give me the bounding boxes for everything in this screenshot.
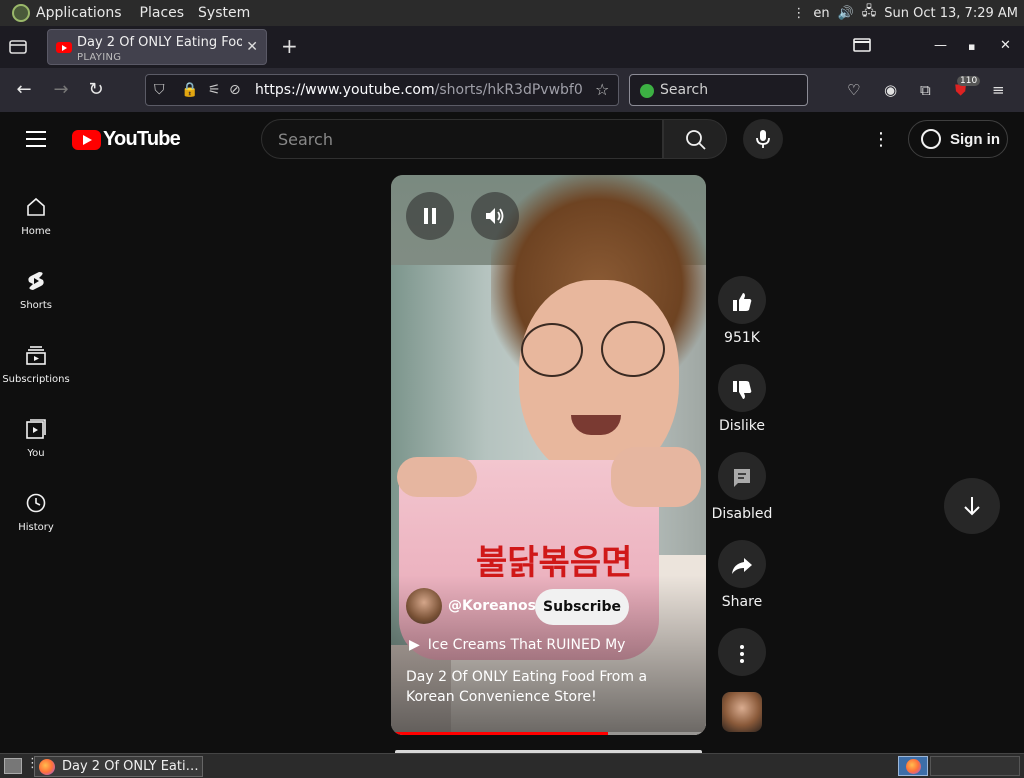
- sidebar-item-home[interactable]: Home: [0, 176, 72, 250]
- share-icon: [732, 558, 752, 574]
- pause-icon: [424, 208, 436, 224]
- tracking-protection-icon[interactable]: ⛉: [154, 82, 165, 98]
- subscribe-button[interactable]: Subscribe: [535, 589, 629, 625]
- play-icon: ▶: [409, 637, 420, 653]
- dislike-label: Dislike: [719, 418, 765, 434]
- workspace-switcher[interactable]: [930, 756, 1020, 776]
- sound-source-thumbnail[interactable]: [722, 692, 762, 732]
- volume-icon[interactable]: 🔊: [838, 6, 854, 21]
- channel-name[interactable]: @Koreanosh: [448, 598, 546, 614]
- url-bar[interactable]: ⛉ 🔒 ⚟ ⊘ https://www.youtube.com/shorts/h…: [145, 74, 619, 106]
- voice-search-button[interactable]: [743, 119, 783, 159]
- system-top-panel: Applications Places System ⋮ en 🔊 🖧 Sun …: [0, 0, 1024, 26]
- tab-playing-label[interactable]: PLAYING: [77, 52, 121, 63]
- youtube-logo[interactable]: YouTube: [72, 128, 181, 151]
- taskbar-window-firefox[interactable]: Day 2 Of ONLY Eati…: [34, 756, 203, 777]
- back-icon[interactable]: ←: [13, 79, 35, 101]
- video-progress-bar[interactable]: [391, 732, 706, 735]
- volume-icon: [486, 208, 504, 224]
- thumbs-down-icon: [733, 381, 752, 399]
- browser-tab-active[interactable]: Day 2 Of ONLY Eating Food PLAYING ✕: [47, 29, 267, 65]
- panel-handle-icon: ⋮: [792, 5, 806, 21]
- pause-button[interactable]: [406, 192, 454, 240]
- places-menu[interactable]: Places: [140, 5, 195, 21]
- shorts-icon: [28, 272, 44, 290]
- extension-badge: 110: [957, 76, 981, 86]
- keyboard-layout-indicator[interactable]: en: [813, 6, 829, 21]
- history-icon: [26, 493, 46, 513]
- sidebar-item-shorts[interactable]: Shorts: [0, 250, 72, 324]
- search-icon: [686, 130, 706, 150]
- subscriptions-icon: [26, 346, 46, 365]
- microphone-icon: [756, 130, 770, 148]
- youtube-play-icon: [72, 129, 101, 150]
- maximize-icon[interactable]: ▪: [968, 40, 975, 53]
- sidebar-item-you[interactable]: You: [0, 398, 72, 472]
- shorts-video-player[interactable]: 불닭볶음면 @Koreanosh Subscribe ▶ Ice Creams T…: [391, 175, 706, 735]
- youtube-search-input[interactable]: Search: [261, 119, 663, 159]
- list-all-tabs-icon[interactable]: [8, 36, 30, 58]
- like-count: 951K: [724, 330, 760, 346]
- channel-avatar[interactable]: [406, 588, 442, 624]
- system-taskbar: ⋮ Day 2 Of ONLY Eati…: [0, 753, 1024, 778]
- more-vertical-icon: [740, 645, 744, 663]
- sign-in-button[interactable]: Sign in: [908, 120, 1008, 158]
- clock[interactable]: Sun Oct 13, 7:29 AM: [884, 6, 1018, 21]
- youtube-search-button[interactable]: [663, 119, 727, 159]
- close-tab-icon[interactable]: ✕: [246, 39, 258, 55]
- workspace-switcher-active[interactable]: [898, 756, 928, 776]
- comments-icon: [734, 469, 750, 487]
- next-short-button[interactable]: [944, 478, 1000, 534]
- forward-icon[interactable]: →: [50, 79, 72, 101]
- video-progress-fill: [391, 732, 609, 735]
- browser-nav-bar: ← → ↻ ⛉ 🔒 ⚟ ⊘ https://www.youtube.com/sh…: [0, 68, 1024, 112]
- video-title[interactable]: Day 2 Of ONLY Eating Food From a Korean …: [406, 667, 696, 707]
- related-video-link[interactable]: ▶ Ice Creams That RUINED My: [409, 637, 625, 653]
- firefox-icon: [906, 759, 921, 774]
- sidebar-item-history[interactable]: History: [0, 472, 72, 546]
- arrow-down-icon: [964, 497, 980, 516]
- app-menu-icon[interactable]: ≡: [992, 81, 1005, 99]
- browser-tab-bar: Day 2 Of ONLY Eating Food PLAYING ✕ + — …: [0, 26, 1024, 68]
- tab-title: Day 2 Of ONLY Eating Food: [77, 35, 242, 50]
- lock-icon[interactable]: 🔒: [181, 82, 198, 98]
- settings-more-icon[interactable]: ⋮: [872, 129, 890, 150]
- url-text[interactable]: https://www.youtube.com/shorts/hkR3dPvwb…: [255, 82, 583, 98]
- browser-search-field[interactable]: Search: [629, 74, 808, 106]
- show-desktop-icon[interactable]: [4, 758, 22, 774]
- reload-icon[interactable]: ↻: [85, 79, 107, 101]
- permissions-icon[interactable]: ⚟: [208, 82, 221, 98]
- bookmark-star-icon[interactable]: ☆: [595, 80, 609, 99]
- close-window-icon[interactable]: ✕: [1000, 38, 1011, 53]
- distro-logo-icon[interactable]: [12, 4, 30, 22]
- account-icon[interactable]: ◉: [884, 81, 897, 99]
- system-menu[interactable]: System: [198, 5, 260, 21]
- youtube-favicon-icon: [56, 42, 72, 53]
- pocket-icon[interactable]: ♡: [847, 81, 860, 99]
- comments-disabled-label: Disabled: [711, 506, 773, 522]
- account-circle-icon: [921, 129, 941, 149]
- autoplay-blocked-icon[interactable]: ⊘: [229, 82, 241, 98]
- home-icon: [27, 197, 45, 216]
- mute-button[interactable]: [471, 192, 519, 240]
- share-label: Share: [721, 594, 763, 610]
- youtube-mini-guide: Home Shorts Subscriptions You History: [0, 168, 72, 753]
- firefox-icon: [39, 759, 55, 775]
- guide-menu-icon[interactable]: [26, 131, 46, 147]
- search-engine-icon: [640, 84, 654, 98]
- thumbs-up-icon: [733, 293, 752, 311]
- new-tab-icon[interactable]: +: [281, 34, 298, 58]
- applications-menu[interactable]: Applications: [36, 5, 132, 21]
- network-icon[interactable]: 🖧: [862, 2, 877, 24]
- you-icon: [26, 419, 46, 439]
- extensions-icon[interactable]: ⧉: [920, 81, 931, 99]
- youtube-header: YouTube Search ⋮ Sign in: [0, 112, 1024, 168]
- sidebar-item-subscriptions[interactable]: Subscriptions: [0, 324, 72, 398]
- minimize-icon[interactable]: —: [934, 38, 947, 53]
- window-list-icon[interactable]: [853, 38, 871, 56]
